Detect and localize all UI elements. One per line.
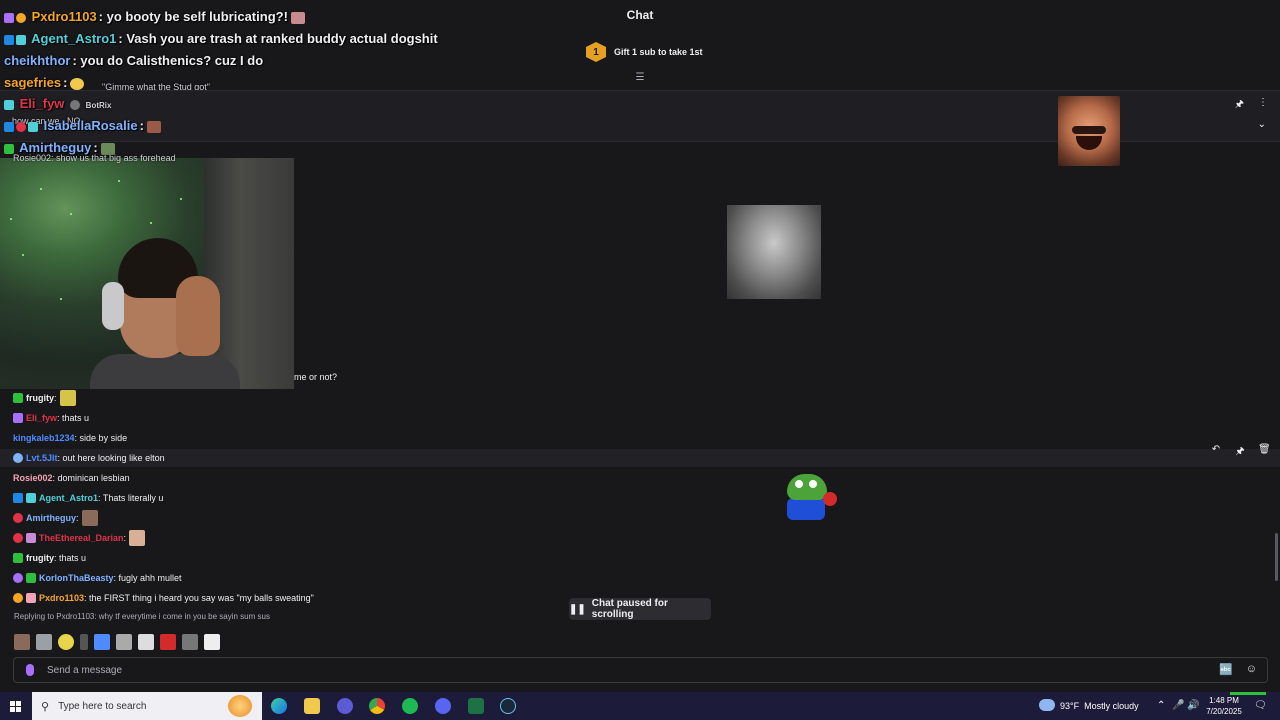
emote[interactable] [116,634,132,650]
chat-message[interactable]: frugity: [13,390,76,406]
list-expand-icon[interactable]: ☰ [634,73,646,83]
search-placeholder: Type here to search [58,700,147,712]
start-button[interactable] [0,692,30,720]
overlay-small-text: Rosie002: show us that big ass forehead [13,153,176,163]
clock-time: 1:48 PM [1209,696,1239,705]
weather-text: Mostly cloudy [1084,701,1139,711]
chat-title: Chat [626,8,654,22]
paused-label: Chat paused for scrolling [591,598,668,620]
emote[interactable] [80,634,88,650]
chevron-up-icon[interactable]: ⌃ [1157,700,1165,711]
star-light [22,254,24,256]
chat-message[interactable]: KorlonThaBeasty: fugly ahh mullet [13,571,182,585]
chat-message[interactable]: Lvt.5Jlt: out here looking like elton [13,451,165,465]
gift-leaderboard[interactable]: 1 Gift 1 sub to take 1st [586,42,703,62]
weather-temp: 93°F [1060,701,1080,711]
clock-date: 7/20/2025 [1206,707,1242,716]
chat-message[interactable]: Eli_fyw: thats u [13,411,89,425]
send-message-input[interactable] [47,661,1147,679]
microphone-icon[interactable]: 🎤 [1172,700,1184,711]
reply-preview: Replying to Pxdro1103: why tf everytime … [14,612,270,621]
message-fragment: me or not? [294,372,338,382]
chat-message[interactable]: TheEthereal_Darian: [13,530,146,546]
emote-picker-icon[interactable]: ☺ [1246,663,1257,675]
discord-icon[interactable] [435,698,451,714]
chat-message[interactable]: kingkaleb1234: side by side [13,431,127,445]
excel-icon[interactable] [468,698,484,714]
star-light [118,180,120,182]
chat-message[interactable]: Pxdro1103: the FIRST thing i heard you s… [13,591,314,605]
chat-input-box: 🔤 ☺ [13,657,1268,683]
emote[interactable] [14,634,30,650]
windows-taskbar: ⚲ Type here to search 93°F Mostly cloudy… [0,692,1280,720]
pin-icon[interactable]: 🖈 [1234,444,1246,461]
steam-icon[interactable] [500,698,516,714]
message-actions: ↶ 🖈 🗑 [1210,444,1271,461]
translate-icon[interactable]: 🔤 [1219,663,1233,676]
system-clock[interactable]: 1:48 PM 7/20/2025 [1196,695,1252,717]
webcam-feed [0,158,294,389]
gift-text: Gift 1 sub to take 1st [614,47,703,57]
pinned-emote-image [1058,96,1120,166]
edge-icon[interactable] [271,698,287,714]
chat-message[interactable]: Amirtheguy: [13,510,98,526]
stream-screen: Pxdro1103: yo booty be self lubricating?… [0,0,1280,720]
emote[interactable] [160,634,176,650]
reply-icon[interactable]: ↶ [1210,444,1222,461]
chrome-icon[interactable] [369,698,385,714]
frog-emote [785,474,839,522]
emote[interactable] [204,634,220,650]
spotify-icon[interactable] [402,698,418,714]
file-explorer-icon[interactable] [304,698,320,714]
weather-cloud-icon[interactable] [1039,699,1055,711]
hovered-row-highlight [0,449,1280,467]
chat-paused-button[interactable]: ❚❚ Chat paused for scrolling [569,598,711,620]
emote[interactable] [182,634,198,650]
rank-badge: 1 [586,42,606,62]
search-highlight-art [228,695,252,717]
taskbar-search[interactable]: ⚲ Type here to search [32,692,262,720]
notifications-icon[interactable]: 🗨 [1254,700,1267,711]
overlay-message: cheikhthor: you do Calisthenics? cuz I d… [4,53,264,68]
mic-icon[interactable] [26,664,34,676]
scrollbar[interactable] [1275,533,1278,581]
pause-icon: ❚❚ [569,603,586,615]
star-light [60,298,62,300]
search-icon: ⚲ [41,700,50,713]
star-light [10,218,12,220]
star-light [150,222,152,224]
weather-widget[interactable]: 93°F Mostly cloudy [1060,701,1139,711]
vpn-icon[interactable] [337,698,353,714]
streamer [90,238,240,389]
chat-message[interactable]: frugity: thats u [13,551,86,565]
overlay-message: Eli_fyw BotRix [4,96,111,111]
chevron-down-icon[interactable]: ⌄ [1258,119,1266,130]
emote[interactable] [58,634,74,650]
star-light [180,198,182,200]
emote[interactable] [138,634,154,650]
chat-message[interactable]: Agent_Astro1: Thats literally u [13,491,163,505]
pin-icon[interactable]: 🖈 [1235,97,1244,114]
star-light [70,213,72,215]
emote[interactable] [94,634,110,650]
overlay-message: sagefries: [4,75,85,90]
recent-emotes-bar [14,634,220,650]
delete-icon[interactable]: 🗑 [1258,444,1271,461]
overlay-message: IsabellaRosalie: [4,118,161,133]
star-light [40,188,42,190]
chat-image [727,205,821,299]
chat-message[interactable]: Rosie002: dominican lesbian [13,471,130,485]
notification-indicator [1230,692,1266,695]
windows-logo-icon [9,700,21,712]
more-vertical-icon[interactable]: ⋮ [1258,97,1268,114]
overlay-message: Agent_Astro1: Vash you are trash at rank… [4,31,438,46]
emote[interactable] [36,634,52,650]
